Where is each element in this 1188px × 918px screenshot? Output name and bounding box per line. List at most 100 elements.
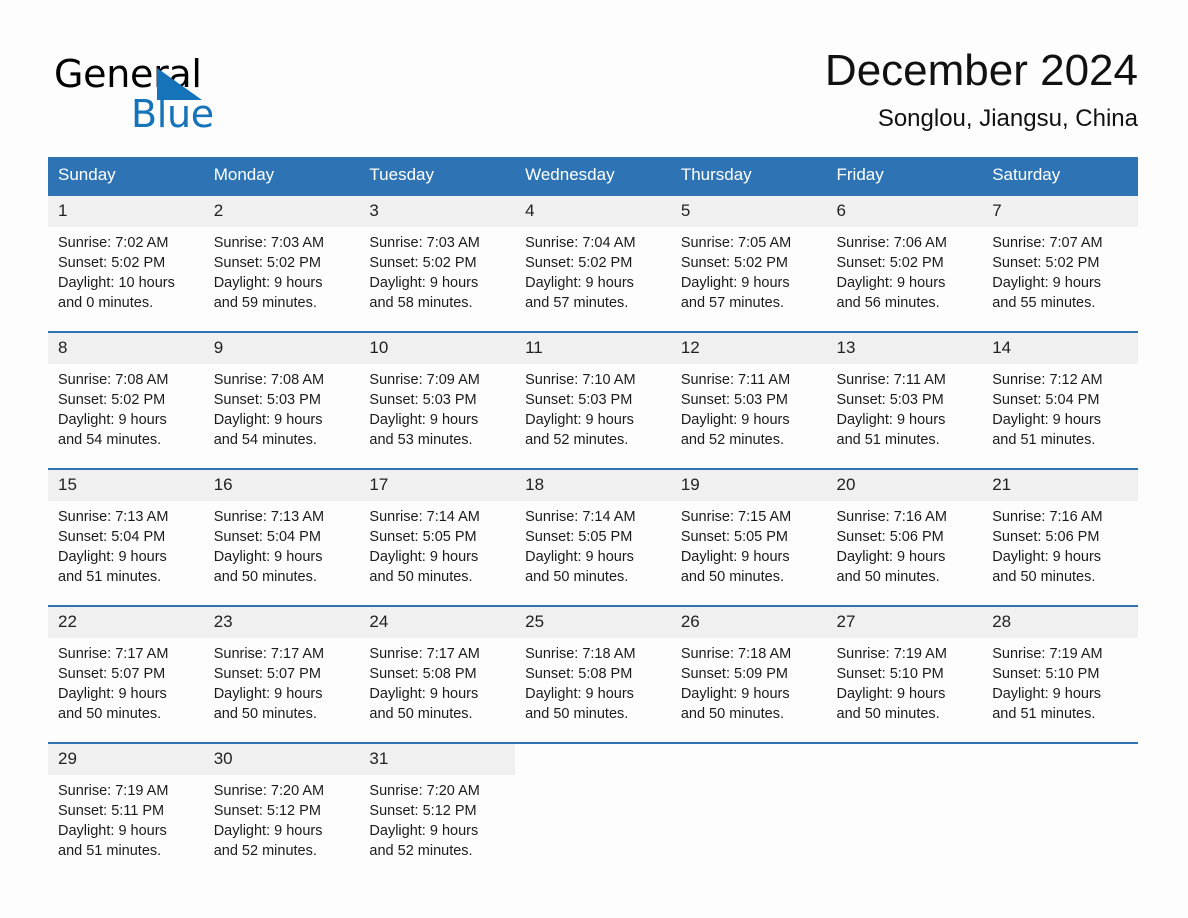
day-number[interactable]: 30 — [204, 744, 360, 775]
day-number[interactable]: 23 — [204, 607, 360, 638]
day-number[interactable]: 6 — [827, 196, 983, 227]
day-number[interactable]: 10 — [359, 333, 515, 364]
day-number[interactable]: 20 — [827, 470, 983, 501]
daylight-text-line2: and 54 minutes. — [213, 432, 317, 448]
sunrise-text: Sunrise: 7:02 AM — [58, 235, 169, 251]
weekday-header-saturday: Saturday — [982, 157, 1138, 194]
sunset-text: Sunset: 5:04 PM — [58, 529, 166, 545]
daylight-text-line2: and 57 minutes. — [525, 295, 629, 311]
sunset-text: Sunset: 5:02 PM — [525, 255, 633, 271]
day-number[interactable]: 25 — [515, 607, 671, 638]
daylight-text-line1: Daylight: 9 hours — [992, 549, 1102, 565]
sunrise-text: Sunrise: 7:14 AM — [369, 509, 480, 525]
day-number[interactable]: 27 — [827, 607, 983, 638]
daylight-text-line2: and 55 minutes. — [992, 295, 1096, 311]
day-number[interactable]: 14 — [982, 333, 1138, 364]
day-number[interactable]: 8 — [48, 333, 204, 364]
day-number[interactable]: 5 — [671, 196, 827, 227]
day-number[interactable]: 15 — [48, 470, 204, 501]
daylight-text-line2: and 52 minutes. — [213, 843, 317, 859]
daylight-text-line1: Daylight: 9 hours — [992, 412, 1102, 428]
daylight-text-line2: and 52 minutes. — [525, 432, 629, 448]
day-number[interactable]: 26 — [671, 607, 827, 638]
daylight-text-line1: Daylight: 9 hours — [836, 549, 946, 565]
daylight-text-line2: and 50 minutes. — [680, 706, 784, 722]
day-number[interactable]: 12 — [671, 333, 827, 364]
day-number[interactable]: 24 — [359, 607, 515, 638]
daylight-text-line1: Daylight: 9 hours — [525, 275, 634, 291]
daylight-text-line1: Daylight: 9 hours — [680, 686, 790, 702]
day-number[interactable]: 17 — [359, 470, 515, 501]
day-number-empty — [515, 744, 671, 775]
day-cell: Sunrise: 7:08 AM Sunset: 5:03 PM Dayligh… — [204, 364, 360, 468]
day-number[interactable]: 7 — [982, 196, 1138, 227]
day-detail-strip: Sunrise: 7:17 AM Sunset: 5:07 PM Dayligh… — [48, 638, 1138, 742]
day-number[interactable]: 16 — [204, 470, 360, 501]
day-cell: Sunrise: 7:19 AM Sunset: 5:11 PM Dayligh… — [48, 775, 204, 879]
sunset-text: Sunset: 5:03 PM — [213, 392, 321, 408]
daylight-text-line1: Daylight: 9 hours — [992, 275, 1102, 291]
sunrise-text: Sunrise: 7:03 AM — [213, 235, 325, 251]
daylight-text-line2: and 54 minutes. — [58, 432, 162, 448]
weekday-header-wednesday: Wednesday — [515, 157, 671, 194]
day-cell: Sunrise: 7:19 AM Sunset: 5:10 PM Dayligh… — [982, 638, 1138, 742]
sunrise-text: Sunrise: 7:19 AM — [992, 646, 1103, 662]
day-number[interactable]: 31 — [359, 744, 515, 775]
daylight-text-line1: Daylight: 9 hours — [836, 686, 946, 702]
sunset-text: Sunset: 5:02 PM — [680, 255, 789, 271]
daylight-text-line2: and 51 minutes. — [992, 432, 1096, 448]
day-number[interactable]: 29 — [48, 744, 204, 775]
day-number[interactable]: 28 — [982, 607, 1138, 638]
calendar-week-row: 15 16 17 18 19 20 21 Sunrise: 7:13 AM Su… — [48, 468, 1138, 605]
weekday-header-friday: Friday — [826, 157, 983, 194]
daylight-text-line1: Daylight: 9 hours — [992, 686, 1102, 702]
day-cell: Sunrise: 7:10 AM Sunset: 5:03 PM Dayligh… — [515, 364, 671, 468]
calendar-week-row: 29 30 31 Sunrise: 7:19 AM Sunset: 5:11 P… — [48, 742, 1138, 879]
day-cell: Sunrise: 7:12 AM Sunset: 5:04 PM Dayligh… — [982, 364, 1138, 468]
daylight-text-line2: and 51 minutes. — [58, 843, 162, 859]
sunrise-text: Sunrise: 7:16 AM — [836, 509, 947, 525]
day-detail-strip: Sunrise: 7:02 AM Sunset: 5:02 PM Dayligh… — [48, 227, 1138, 331]
day-number[interactable]: 11 — [515, 333, 671, 364]
daylight-text-line1: Daylight: 9 hours — [58, 686, 167, 702]
sunrise-text: Sunrise: 7:05 AM — [680, 235, 792, 251]
sunset-text: Sunset: 5:02 PM — [213, 255, 321, 271]
sunset-text: Sunset: 5:02 PM — [369, 255, 477, 271]
sunrise-text: Sunrise: 7:16 AM — [992, 509, 1103, 525]
day-cell: Sunrise: 7:16 AM Sunset: 5:06 PM Dayligh… — [982, 501, 1138, 605]
day-number[interactable]: 22 — [48, 607, 204, 638]
daylight-text-line1: Daylight: 9 hours — [58, 412, 167, 428]
day-number-empty — [670, 744, 827, 775]
weekday-header-sunday: Sunday — [48, 157, 204, 194]
sunrise-text: Sunrise: 7:18 AM — [525, 646, 636, 662]
sunset-text: Sunset: 5:06 PM — [992, 529, 1100, 545]
day-number[interactable]: 18 — [515, 470, 671, 501]
sunset-text: Sunset: 5:03 PM — [369, 392, 477, 408]
day-number[interactable]: 21 — [982, 470, 1138, 501]
daylight-text-line1: Daylight: 9 hours — [58, 823, 167, 839]
day-cell: Sunrise: 7:17 AM Sunset: 5:07 PM Dayligh… — [48, 638, 204, 742]
day-number[interactable]: 4 — [515, 196, 671, 227]
day-number[interactable]: 1 — [48, 196, 204, 227]
day-number[interactable]: 3 — [359, 196, 515, 227]
day-number[interactable]: 13 — [827, 333, 983, 364]
sunrise-text: Sunrise: 7:19 AM — [836, 646, 947, 662]
sunrise-text: Sunrise: 7:17 AM — [58, 646, 169, 662]
day-cell: Sunrise: 7:07 AM Sunset: 5:02 PM Dayligh… — [982, 227, 1138, 331]
sunrise-text: Sunrise: 7:03 AM — [369, 235, 480, 251]
day-cell: Sunrise: 7:17 AM Sunset: 5:07 PM Dayligh… — [204, 638, 360, 742]
sunrise-text: Sunrise: 7:06 AM — [836, 235, 947, 251]
day-cell: Sunrise: 7:17 AM Sunset: 5:08 PM Dayligh… — [359, 638, 515, 742]
daylight-text-line1: Daylight: 9 hours — [369, 275, 479, 291]
daylight-text-line1: Daylight: 10 hours — [58, 275, 175, 291]
day-number[interactable]: 9 — [204, 333, 360, 364]
daylight-text-line1: Daylight: 9 hours — [213, 823, 323, 839]
day-cell: Sunrise: 7:14 AM Sunset: 5:05 PM Dayligh… — [359, 501, 515, 605]
sunrise-text: Sunrise: 7:17 AM — [369, 646, 480, 662]
sunset-text: Sunset: 5:04 PM — [213, 529, 321, 545]
daylight-text-line1: Daylight: 9 hours — [836, 275, 946, 291]
day-number[interactable]: 2 — [204, 196, 360, 227]
day-number[interactable]: 19 — [671, 470, 827, 501]
sunset-text: Sunset: 5:06 PM — [836, 529, 944, 545]
day-cell-empty — [982, 775, 1138, 879]
